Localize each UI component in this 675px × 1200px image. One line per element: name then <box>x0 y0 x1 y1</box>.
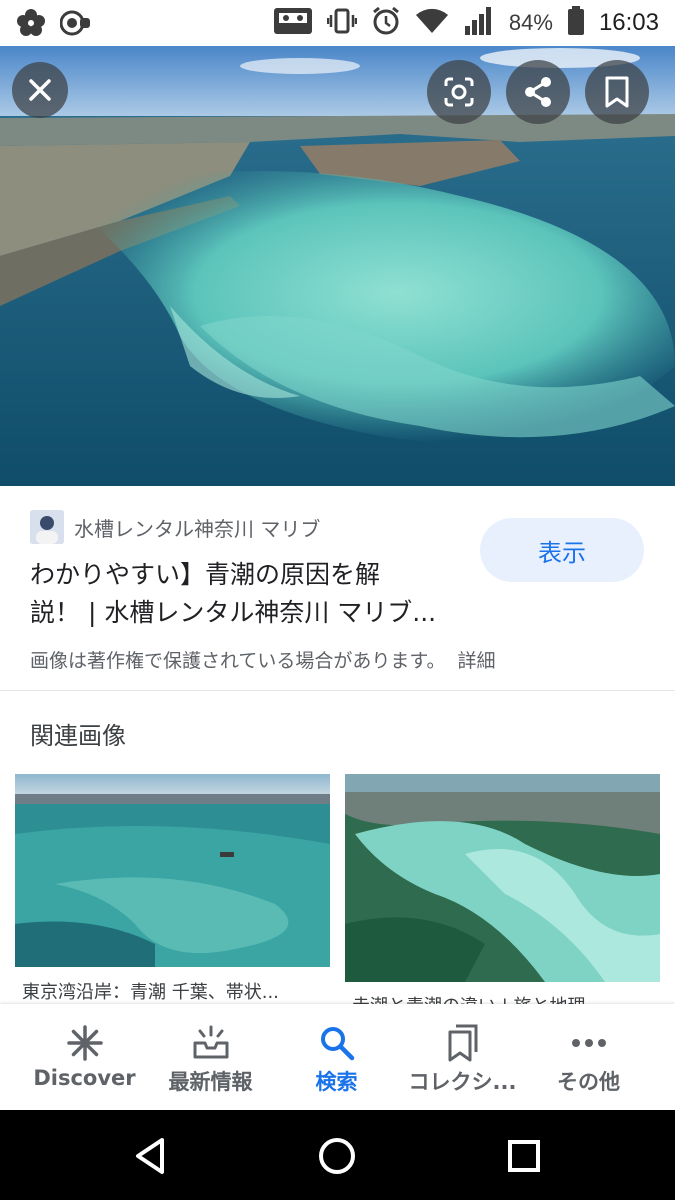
battery-icon <box>567 6 585 40</box>
hero-image[interactable] <box>0 46 675 486</box>
aerial-bay-photo <box>0 46 675 486</box>
related-image-1[interactable] <box>15 774 330 967</box>
collections-icon <box>448 1024 477 1062</box>
bottom-navigation: Discover 最新情報 検索 コレクシ... その他 <box>0 1004 675 1110</box>
result-title[interactable]: わかりやすい】青潮の原因を解 説！ | 水槽レンタル神奈川 マリブ... <box>30 556 460 632</box>
source-favicon <box>30 510 64 544</box>
source-name: 水槽レンタル神奈川 マリブ <box>74 516 321 541</box>
bookmark-icon <box>605 76 629 108</box>
alarm-icon <box>371 6 401 40</box>
details-link[interactable]: 詳細 <box>458 650 496 672</box>
lens-icon <box>444 77 474 107</box>
nav-label-updates: 最新情報 <box>168 1070 253 1094</box>
cast-icon <box>273 7 313 39</box>
source-row[interactable]: 水槽レンタル神奈川 マリブ <box>30 510 320 544</box>
view-button[interactable]: 表示 <box>480 518 644 582</box>
nav-label-more: その他 <box>557 1070 620 1094</box>
nav-discover[interactable]: Discover <box>17 1004 152 1110</box>
related-image-2[interactable] <box>345 774 660 982</box>
nav-search[interactable]: 検索 <box>269 1004 404 1110</box>
wifi-icon <box>415 7 449 39</box>
divider <box>0 690 675 691</box>
discover-icon <box>66 1025 103 1061</box>
bookmark-button[interactable] <box>585 60 649 124</box>
search-icon <box>320 1027 354 1061</box>
related-caption-1[interactable]: 東京湾沿岸：青潮 千葉、帯状... <box>22 978 322 1004</box>
close-button[interactable] <box>12 62 68 118</box>
copyright-text: 画像は著作権で保護されている場合があります。 <box>30 650 446 672</box>
recents-button[interactable] <box>500 1132 548 1180</box>
result-title-line1: わかりやすい】青潮の原因を解 <box>30 560 381 589</box>
battery-percent: 84% <box>508 10 553 35</box>
signal-icon <box>463 6 495 40</box>
system-navigation-bar <box>0 1110 675 1200</box>
nav-updates[interactable]: 最新情報 <box>143 1004 278 1110</box>
nav-label-search: 検索 <box>315 1070 358 1094</box>
related-images-heading: 関連画像 <box>30 722 126 750</box>
lens-button[interactable] <box>427 60 491 124</box>
home-icon <box>319 1138 355 1174</box>
clock: 16:03 <box>598 9 659 36</box>
close-icon <box>29 79 51 101</box>
share-icon <box>525 77 551 107</box>
recents-icon <box>508 1140 540 1172</box>
vibrate-icon <box>326 6 358 40</box>
status-bar: 84% 16:03 <box>0 0 675 46</box>
share-button[interactable] <box>506 60 570 124</box>
nav-more[interactable]: その他 <box>521 1004 656 1110</box>
updates-icon <box>193 1025 228 1059</box>
nav-collections[interactable]: コレクシ... <box>395 1004 530 1110</box>
assistant-icon <box>59 8 92 42</box>
back-icon <box>136 1138 164 1174</box>
nav-label-discover: Discover <box>33 1066 136 1090</box>
result-title-line2: 説！ | 水槽レンタル神奈川 マリブ... <box>30 598 437 627</box>
more-icon <box>571 1039 606 1047</box>
flower-icon <box>16 8 46 42</box>
home-button[interactable] <box>313 1132 361 1180</box>
back-button[interactable] <box>126 1132 174 1180</box>
copyright-notice: 画像は著作権で保護されている場合があります。 詳細 <box>30 646 496 673</box>
nav-label-collections: コレクシ... <box>408 1070 517 1094</box>
